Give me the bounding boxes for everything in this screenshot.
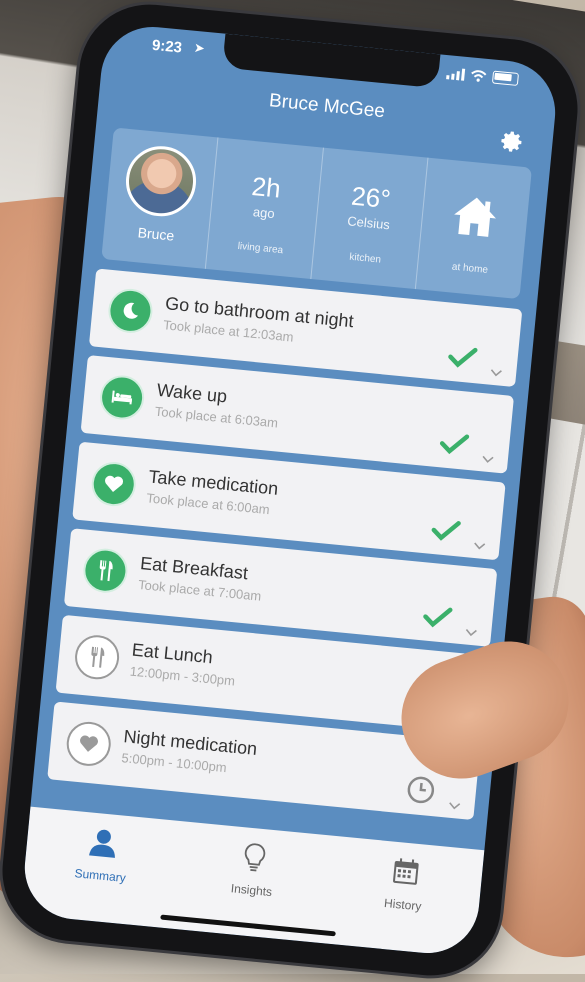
activity-subtitle: 12:00pm - 3:00pm	[129, 663, 236, 689]
tab-label: Summary	[73, 866, 127, 886]
app-screen: 9:23 ➤ Bruce McGee Bruce 2h ago living a…	[20, 22, 560, 958]
battery-icon	[491, 70, 520, 86]
utensils-icon	[81, 546, 130, 595]
checkmark-icon	[431, 521, 461, 541]
temperature-place: kitchen	[348, 251, 382, 266]
chevron-down-icon[interactable]	[473, 542, 486, 551]
moon-icon	[106, 286, 155, 335]
person-name: Bruce	[137, 224, 176, 244]
avatar	[122, 143, 200, 220]
tab-history[interactable]: History	[349, 852, 458, 955]
home-status: at home	[451, 261, 489, 276]
location-arrow-icon: ➤	[193, 39, 206, 56]
status-time: 9:23	[151, 36, 183, 57]
lightbulb-icon	[244, 843, 266, 872]
phone: 9:23 ➤ Bruce McGee Bruce 2h ago living a…	[0, 0, 584, 982]
heart-icon	[89, 460, 138, 509]
signal-icon	[446, 67, 466, 81]
bed-icon	[98, 373, 147, 422]
summary-home: at home	[416, 158, 532, 299]
summary-person[interactable]: Bruce	[101, 127, 219, 269]
checkmark-icon	[439, 434, 470, 455]
checkmark-icon	[448, 347, 478, 368]
chevron-down-icon[interactable]	[481, 455, 494, 464]
activity-subtitle: Took place at 6:03am	[154, 403, 279, 431]
summary-temperature: 26° Celsius kitchen	[310, 147, 429, 290]
home-icon	[454, 197, 496, 237]
last-seen-place: living area	[237, 240, 284, 257]
chevron-down-icon[interactable]	[465, 628, 478, 637]
tab-label: Insights	[230, 881, 273, 900]
heart-icon	[64, 719, 113, 768]
status-icons	[446, 66, 520, 86]
calendar-icon	[393, 858, 419, 885]
activity-title: Wake up	[156, 379, 229, 407]
tab-summary[interactable]: Summary	[46, 823, 155, 926]
gear-icon[interactable]	[499, 129, 525, 155]
clock-icon	[407, 776, 435, 804]
chevron-down-icon[interactable]	[448, 802, 461, 811]
tab-label: History	[383, 895, 423, 914]
wifi-icon	[471, 69, 487, 82]
utensils-icon	[73, 633, 122, 682]
summary-last-seen: 2h ago living area	[206, 137, 324, 280]
chevron-down-icon[interactable]	[490, 369, 503, 378]
checkmark-icon	[423, 607, 453, 628]
person-icon	[89, 829, 115, 858]
